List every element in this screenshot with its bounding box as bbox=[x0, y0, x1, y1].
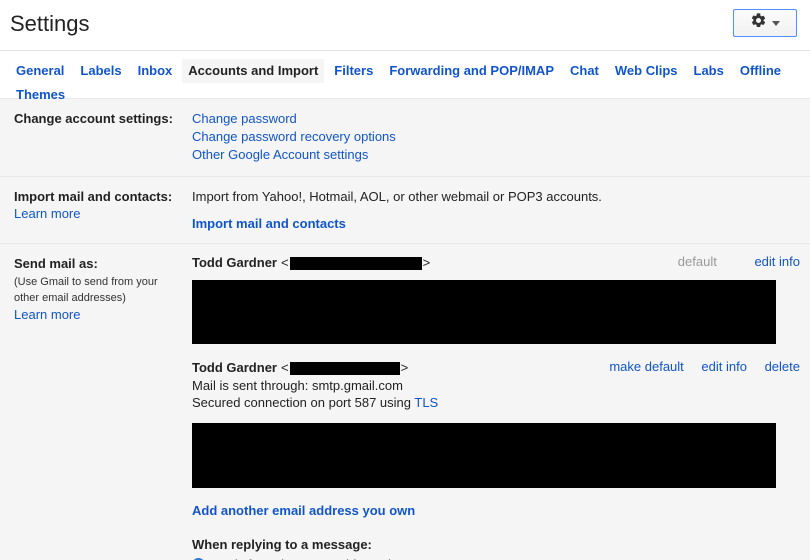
change-password-recovery-link[interactable]: Change password recovery options bbox=[192, 128, 800, 146]
address-email-redaction bbox=[289, 361, 400, 375]
tab-labels[interactable]: Labels bbox=[74, 59, 127, 83]
address-display-name: Todd Gardner bbox=[192, 255, 277, 270]
default-status-badge: default bbox=[677, 254, 717, 269]
send-mail-address-entry: Todd Gardner < > make default edit info … bbox=[192, 359, 800, 488]
other-google-account-settings-link[interactable]: Other Google Account settings bbox=[192, 146, 800, 164]
change-account-label-cell: Change account settings: bbox=[0, 99, 192, 176]
change-account-label: Change account settings: bbox=[14, 111, 173, 126]
address-open-angle: < bbox=[280, 255, 289, 270]
address-detail-redaction bbox=[192, 280, 776, 344]
tab-themes[interactable]: Themes bbox=[10, 83, 71, 107]
send-mail-as-content: Todd Gardner < > default edit info Todd … bbox=[192, 244, 810, 560]
change-password-link[interactable]: Change password bbox=[192, 110, 800, 128]
make-default-link[interactable]: make default bbox=[609, 359, 683, 374]
import-mail-and-contacts-link[interactable]: Import mail and contacts bbox=[192, 216, 346, 231]
settings-table: Change account settings: Change password… bbox=[0, 99, 810, 560]
send-mail-address-entry: Todd Gardner < > default edit info bbox=[192, 254, 800, 344]
settings-gear-button[interactable] bbox=[733, 9, 797, 37]
send-mail-as-learn-more-link[interactable]: Learn more bbox=[14, 307, 80, 322]
chevron-down-icon bbox=[772, 20, 780, 26]
send-mail-as-label: Send mail as: bbox=[14, 256, 98, 271]
import-learn-more-link[interactable]: Learn more bbox=[14, 206, 80, 221]
tab-forwarding-and-pop-imap[interactable]: Forwarding and POP/IMAP bbox=[383, 59, 560, 83]
smtp-security-text: Secured connection on port 587 using bbox=[192, 395, 415, 410]
smtp-security-line: Secured connection on port 587 using TLS bbox=[192, 394, 800, 411]
gear-icon bbox=[750, 12, 767, 34]
add-another-email-link[interactable]: Add another email address you own bbox=[192, 503, 415, 518]
import-content: Import from Yahoo!, Hotmail, AOL, or oth… bbox=[192, 177, 810, 243]
tab-inbox[interactable]: Inbox bbox=[132, 59, 179, 83]
address-display-name: Todd Gardner bbox=[192, 360, 277, 375]
address-actions: make default edit info delete bbox=[595, 359, 800, 374]
send-mail-as-label-cell: Send mail as: (Use Gmail to send from yo… bbox=[0, 244, 192, 560]
tab-labs[interactable]: Labs bbox=[688, 59, 730, 83]
page-title: Settings bbox=[10, 11, 90, 36]
address-close-angle: > bbox=[400, 360, 409, 375]
tab-web-clips[interactable]: Web Clips bbox=[609, 59, 684, 83]
reply-option-same-label: Reply from the same address the message … bbox=[211, 555, 528, 560]
reply-preference-block: When replying to a message: Reply from t… bbox=[192, 536, 800, 560]
smtp-host-line: Mail is sent through: smtp.gmail.com bbox=[192, 378, 403, 393]
tls-link[interactable]: TLS bbox=[414, 395, 438, 410]
import-label-cell: Import mail and contacts: Learn more bbox=[0, 177, 192, 243]
address-email-redaction bbox=[289, 256, 422, 270]
settings-tabbar: General Labels Inbox Accounts and Import Fil… bbox=[0, 51, 810, 102]
address-close-angle: > bbox=[422, 255, 431, 270]
send-mail-as-note: (Use Gmail to send from your other email… bbox=[14, 276, 158, 304]
change-account-content: Change password Change password recovery… bbox=[192, 99, 810, 176]
row-import-mail-and-contacts: Import mail and contacts: Learn more Imp… bbox=[0, 177, 810, 244]
import-description: Import from Yahoo!, Hotmail, AOL, or oth… bbox=[192, 189, 602, 204]
row-send-mail-as: Send mail as: (Use Gmail to send from yo… bbox=[0, 244, 810, 560]
reply-option-same-address[interactable]: Reply from the same address the message … bbox=[192, 555, 800, 560]
import-label: Import mail and contacts: bbox=[14, 189, 173, 204]
address-detail-redaction bbox=[192, 423, 776, 488]
delete-link[interactable]: delete bbox=[765, 359, 800, 374]
settings-header: Settings bbox=[0, 0, 810, 51]
address-open-angle: < bbox=[280, 360, 289, 375]
edit-info-link[interactable]: edit info bbox=[701, 359, 747, 374]
tab-offline[interactable]: Offline bbox=[734, 59, 787, 83]
tab-filters[interactable]: Filters bbox=[328, 59, 379, 83]
tab-chat[interactable]: Chat bbox=[564, 59, 605, 83]
row-change-account-settings: Change account settings: Change password… bbox=[0, 99, 810, 177]
tabs-row: General Labels Inbox Accounts and Import Fil… bbox=[10, 59, 800, 83]
reply-preference-title: When replying to a message: bbox=[192, 537, 372, 552]
tab-accounts-and-import[interactable]: Accounts and Import bbox=[182, 59, 325, 83]
tabs-row-second: Themes bbox=[10, 83, 800, 107]
address-actions: default edit info bbox=[678, 254, 800, 269]
import-action-wrap: Import mail and contacts bbox=[192, 216, 800, 231]
edit-info-link[interactable]: edit info bbox=[754, 254, 800, 269]
tab-general[interactable]: General bbox=[10, 59, 70, 83]
